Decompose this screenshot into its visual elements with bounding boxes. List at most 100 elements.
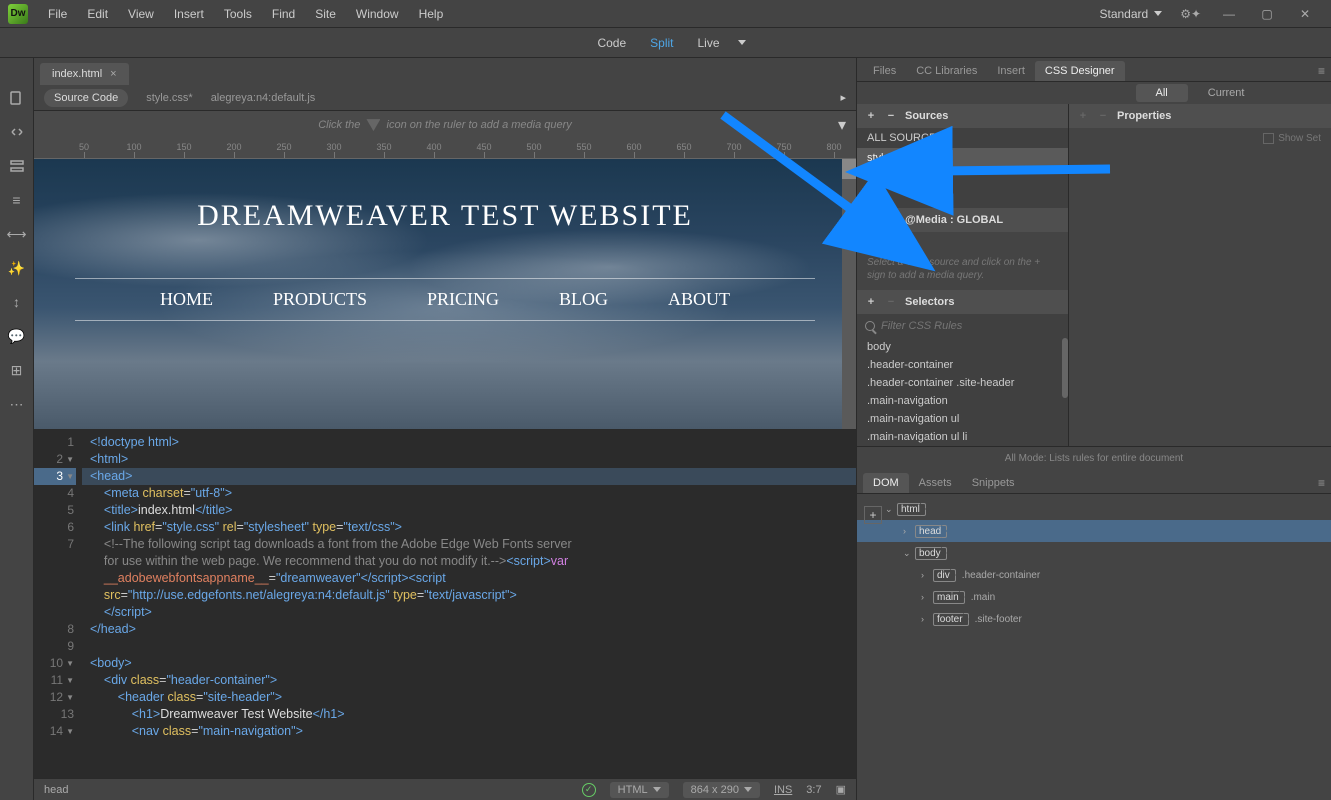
selectors-header: + − Selectors: [857, 290, 1068, 314]
remove-source-button[interactable]: −: [885, 110, 897, 122]
show-set-label: Show Set: [1278, 133, 1321, 144]
status-ok-icon[interactable]: ✓: [582, 783, 596, 797]
panel-menu-icon[interactable]: ≡: [1318, 476, 1325, 490]
add-selector-button[interactable]: +: [865, 296, 877, 308]
media-header: + − @Media : GLOBAL: [857, 208, 1068, 232]
view-live[interactable]: Live: [686, 31, 732, 55]
comment-icon[interactable]: 💬: [7, 326, 27, 346]
tag-selector-crumb[interactable]: head: [44, 784, 68, 796]
sync-settings-icon[interactable]: ⚙✦: [1180, 7, 1201, 21]
selector-item[interactable]: .main-navigation ul li: [857, 428, 1068, 446]
insert-mode[interactable]: INS: [774, 784, 792, 796]
add-source-button[interactable]: +: [865, 110, 877, 122]
menu-item-insert[interactable]: Insert: [164, 3, 214, 25]
remove-selector-button[interactable]: −: [885, 296, 897, 308]
panel-menu-icon[interactable]: ≡: [1318, 64, 1325, 78]
remove-media-button[interactable]: −: [885, 214, 897, 226]
format-source-icon[interactable]: ↕: [7, 292, 27, 312]
language-selector[interactable]: HTML: [610, 782, 669, 798]
dom-row[interactable]: ⌄html: [857, 498, 1331, 520]
maximize-button[interactable]: ▢: [1249, 4, 1285, 24]
preview-nav-item[interactable]: ABOUT: [668, 289, 730, 310]
media-global[interactable]: GLOBAL: [857, 232, 1068, 252]
menu-item-help[interactable]: Help: [409, 3, 454, 25]
dom-row[interactable]: ⌄body: [857, 542, 1331, 564]
selectors-scrollbar[interactable]: [1062, 338, 1068, 398]
apply-comment-icon[interactable]: ⊞: [7, 360, 27, 380]
preview-scrollbar[interactable]: [842, 159, 856, 429]
menu-item-site[interactable]: Site: [305, 3, 346, 25]
selector-item[interactable]: body: [857, 338, 1068, 356]
code-view-pane[interactable]: 12 ▼3 ▼45678910 ▼11 ▼12 ▼1314 ▼ <!doctyp…: [34, 430, 856, 778]
live-preview[interactable]: DREAMWEAVER TEST WEBSITE HOMEPRODUCTSPRI…: [34, 159, 856, 429]
panel-tab-assets[interactable]: Assets: [909, 473, 962, 493]
view-split[interactable]: Split: [638, 31, 685, 55]
panel-tab-insert[interactable]: Insert: [987, 61, 1035, 81]
sources-header: + − Sources: [857, 104, 1068, 128]
ruler[interactable]: 5010015020025030035040045050055060065070…: [34, 139, 856, 159]
dom-row[interactable]: ›main.main: [857, 586, 1331, 608]
more-icon[interactable]: ⋯: [7, 394, 27, 414]
all-mode-hint: All Mode: Lists rules for entire documen…: [857, 447, 1331, 470]
live-view-options-icon[interactable]: [7, 156, 27, 176]
close-button[interactable]: ✕: [1287, 4, 1323, 24]
menu-item-tools[interactable]: Tools: [214, 3, 262, 25]
preview-device-icon[interactable]: ▣: [836, 783, 846, 796]
expand-icon[interactable]: [7, 122, 27, 142]
preview-nav-item[interactable]: HOME: [160, 289, 213, 310]
dom-row[interactable]: ›div.header-container: [857, 564, 1331, 586]
related-files-bar: Source Code style.css* alegreya:n4:defau…: [34, 85, 856, 111]
view-switch-bar: Code Split Live: [0, 28, 1331, 58]
panel-tab-dom[interactable]: DOM: [863, 473, 909, 493]
filter-icon[interactable]: ▾: [838, 117, 846, 134]
preview-nav-item[interactable]: BLOG: [559, 289, 608, 310]
source-item[interactable]: style.css: [857, 148, 1068, 168]
panel-tab-css-designer[interactable]: CSS Designer: [1035, 61, 1125, 81]
collapse-icon[interactable]: ⟷: [7, 224, 27, 244]
subtab-all[interactable]: All: [1136, 84, 1188, 102]
view-live-caret-icon[interactable]: [738, 40, 746, 45]
minimize-button[interactable]: —: [1211, 4, 1247, 24]
selector-item[interactable]: .main-navigation: [857, 392, 1068, 410]
preview-nav: HOME PRODUCTS PRICING BLOG ABOUT: [75, 278, 815, 321]
remove-property-button[interactable]: −: [1097, 110, 1109, 122]
menu-item-find[interactable]: Find: [262, 3, 305, 25]
related-file[interactable]: alegreya:n4:default.js: [211, 92, 316, 104]
menu-item-file[interactable]: File: [38, 3, 77, 25]
panel-tab-cc-libraries[interactable]: CC Libraries: [906, 61, 987, 81]
related-file[interactable]: style.css*: [146, 92, 192, 104]
dimensions-display[interactable]: 864 x 290: [683, 782, 760, 798]
file-manage-icon[interactable]: [7, 88, 27, 108]
show-set-checkbox[interactable]: [1263, 133, 1274, 144]
wand-icon[interactable]: ✨: [7, 258, 27, 278]
add-media-button[interactable]: +: [865, 214, 877, 226]
menu-item-edit[interactable]: Edit: [77, 3, 118, 25]
inspect-icon[interactable]: ≡: [7, 190, 27, 210]
left-toolbar: ≡ ⟷ ✨ ↕ 💬 ⊞ ⋯: [0, 58, 34, 800]
filter-css-input[interactable]: [881, 320, 1060, 332]
subtab-current[interactable]: Current: [1188, 84, 1265, 102]
panel-tab-snippets[interactable]: Snippets: [962, 473, 1025, 493]
dom-row[interactable]: ›footer.site-footer: [857, 608, 1331, 630]
workspace-dropdown[interactable]: Standard: [1091, 4, 1170, 24]
add-property-button[interactable]: +: [1077, 110, 1089, 122]
tab-close-icon[interactable]: ×: [110, 68, 116, 80]
css-designer-tabs: Files CC Libraries Insert CSS Designer ≡: [857, 58, 1331, 82]
menu-item-window[interactable]: Window: [346, 3, 409, 25]
selector-item[interactable]: .main-navigation ul: [857, 410, 1068, 428]
panel-tab-files[interactable]: Files: [863, 61, 906, 81]
source-all[interactable]: ALL SOURCES: [857, 128, 1068, 148]
related-overflow-icon[interactable]: ▸: [840, 91, 846, 104]
document-area: index.html × Source Code style.css* aleg…: [34, 58, 856, 800]
selector-item[interactable]: .header-container: [857, 356, 1068, 374]
preview-nav-item[interactable]: PRODUCTS: [273, 289, 367, 310]
menu-item-view[interactable]: View: [118, 3, 164, 25]
dom-panel: ⌄html›head⌄body›div.header-container›mai…: [857, 494, 1331, 800]
document-tab[interactable]: index.html ×: [40, 63, 129, 85]
dom-add-button[interactable]: +: [864, 506, 882, 524]
dom-row[interactable]: ›head: [857, 520, 1331, 542]
related-source-code[interactable]: Source Code: [44, 89, 128, 107]
preview-nav-item[interactable]: PRICING: [427, 289, 499, 310]
selector-item[interactable]: .header-container .site-header: [857, 374, 1068, 392]
view-code[interactable]: Code: [585, 31, 638, 55]
